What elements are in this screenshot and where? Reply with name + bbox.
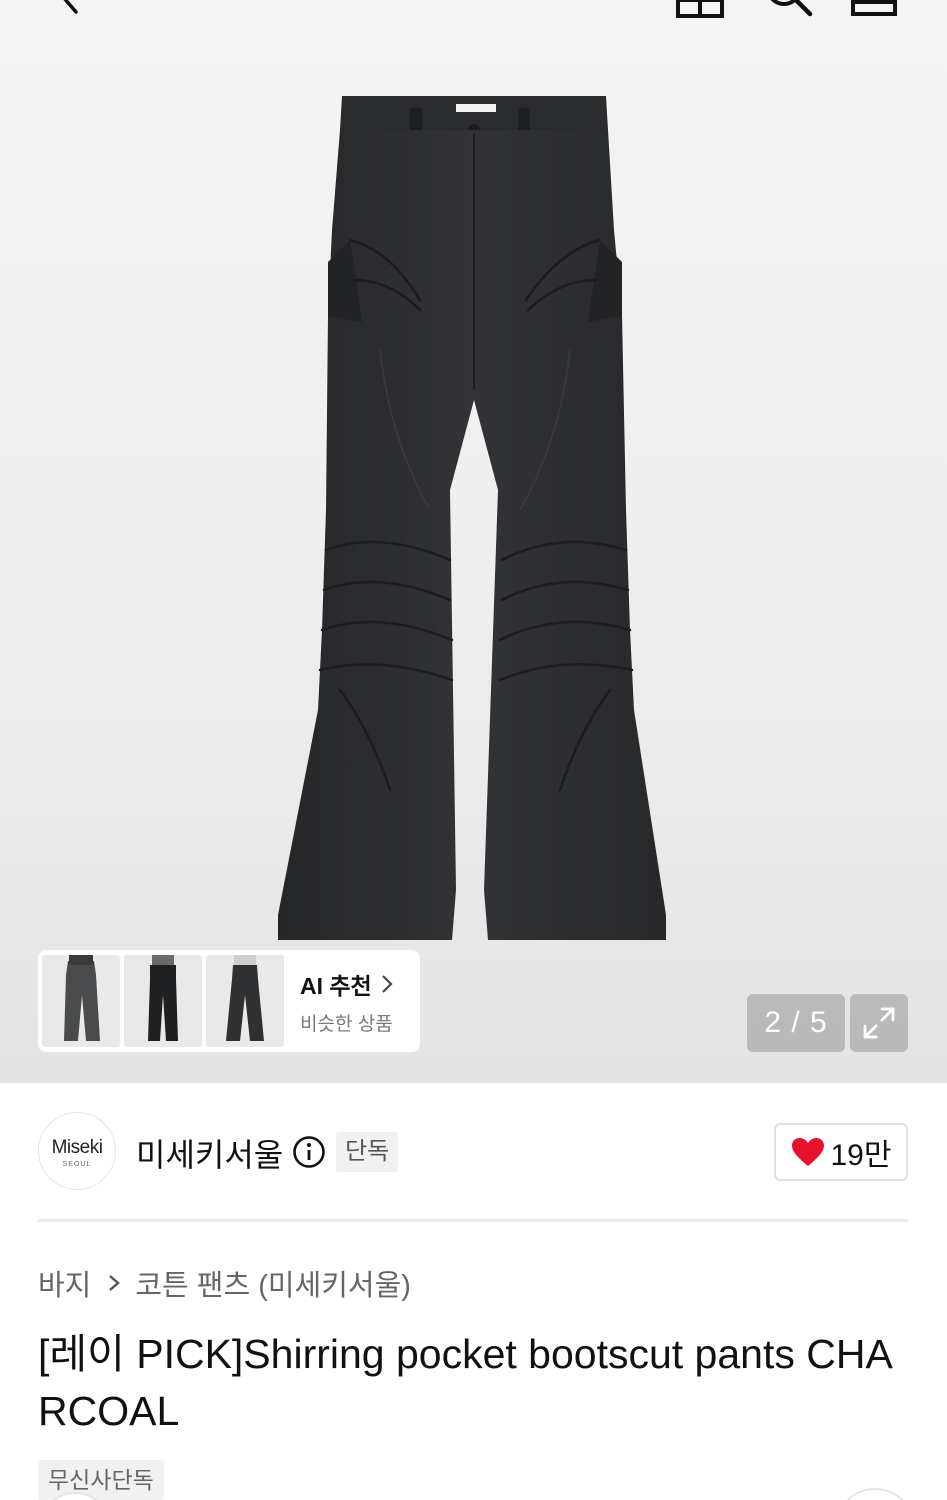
heart-icon	[791, 1138, 824, 1166]
chevron-right-icon	[109, 1275, 121, 1291]
ai-recommend-label: AI 추천	[300, 972, 372, 999]
brand-logo-text: Miseki	[51, 1137, 103, 1158]
like-count: 19만	[830, 1139, 892, 1172]
breadcrumb: 바지 코튼 팬츠 (미세키서울)	[38, 1262, 411, 1304]
exclusive-badge: 단독	[336, 1132, 399, 1172]
back-arrow-icon[interactable]	[52, 0, 88, 16]
brand-logo-subtext: SEOUL	[62, 1161, 92, 1168]
recommend-thumbnail[interactable]	[206, 955, 284, 1047]
recommend-thumbnail[interactable]	[42, 955, 120, 1047]
ai-recommend-text[interactable]: AI 추천 비슷한 상품	[300, 967, 394, 1036]
pants-product-image	[278, 96, 666, 940]
floating-button[interactable]	[835, 1488, 915, 1500]
breadcrumb-subcategory[interactable]: 코튼 팬츠 (미세키서울)	[135, 1262, 411, 1304]
image-pager: 2 / 5	[747, 994, 845, 1052]
ai-recommendation-card[interactable]: AI 추천 비슷한 상품	[38, 950, 420, 1052]
product-gallery[interactable]: AI 추천 비슷한 상품 2 / 5	[0, 0, 947, 1083]
search-icon[interactable]	[762, 0, 814, 20]
ai-recommend-subtitle: 비슷한 상품	[300, 1013, 393, 1035]
info-icon[interactable]	[292, 1135, 326, 1169]
brand-logo[interactable]: Miseki SEOUL	[38, 1112, 116, 1190]
shopping-bag-icon[interactable]	[850, 0, 898, 16]
chevron-right-icon	[381, 974, 393, 993]
recommend-thumbnail[interactable]	[124, 955, 202, 1047]
divider	[38, 1219, 908, 1222]
breadcrumb-category[interactable]: 바지	[38, 1262, 91, 1304]
brand-name[interactable]: 미세키서울	[136, 1130, 283, 1176]
home-icon[interactable]	[676, 0, 724, 18]
product-tag: 무신사단독	[38, 1460, 164, 1500]
product-title: [레이 PICK]Shirring pocket bootscut pants …	[38, 1331, 893, 1434]
expand-icon	[863, 1007, 895, 1039]
ai-recommend-title[interactable]: AI 추천	[300, 967, 394, 1001]
brand-row: Miseki SEOUL 미세키서울 단독 19만	[38, 1112, 908, 1192]
like-button[interactable]: 19만	[774, 1123, 908, 1181]
expand-button[interactable]	[850, 994, 908, 1052]
